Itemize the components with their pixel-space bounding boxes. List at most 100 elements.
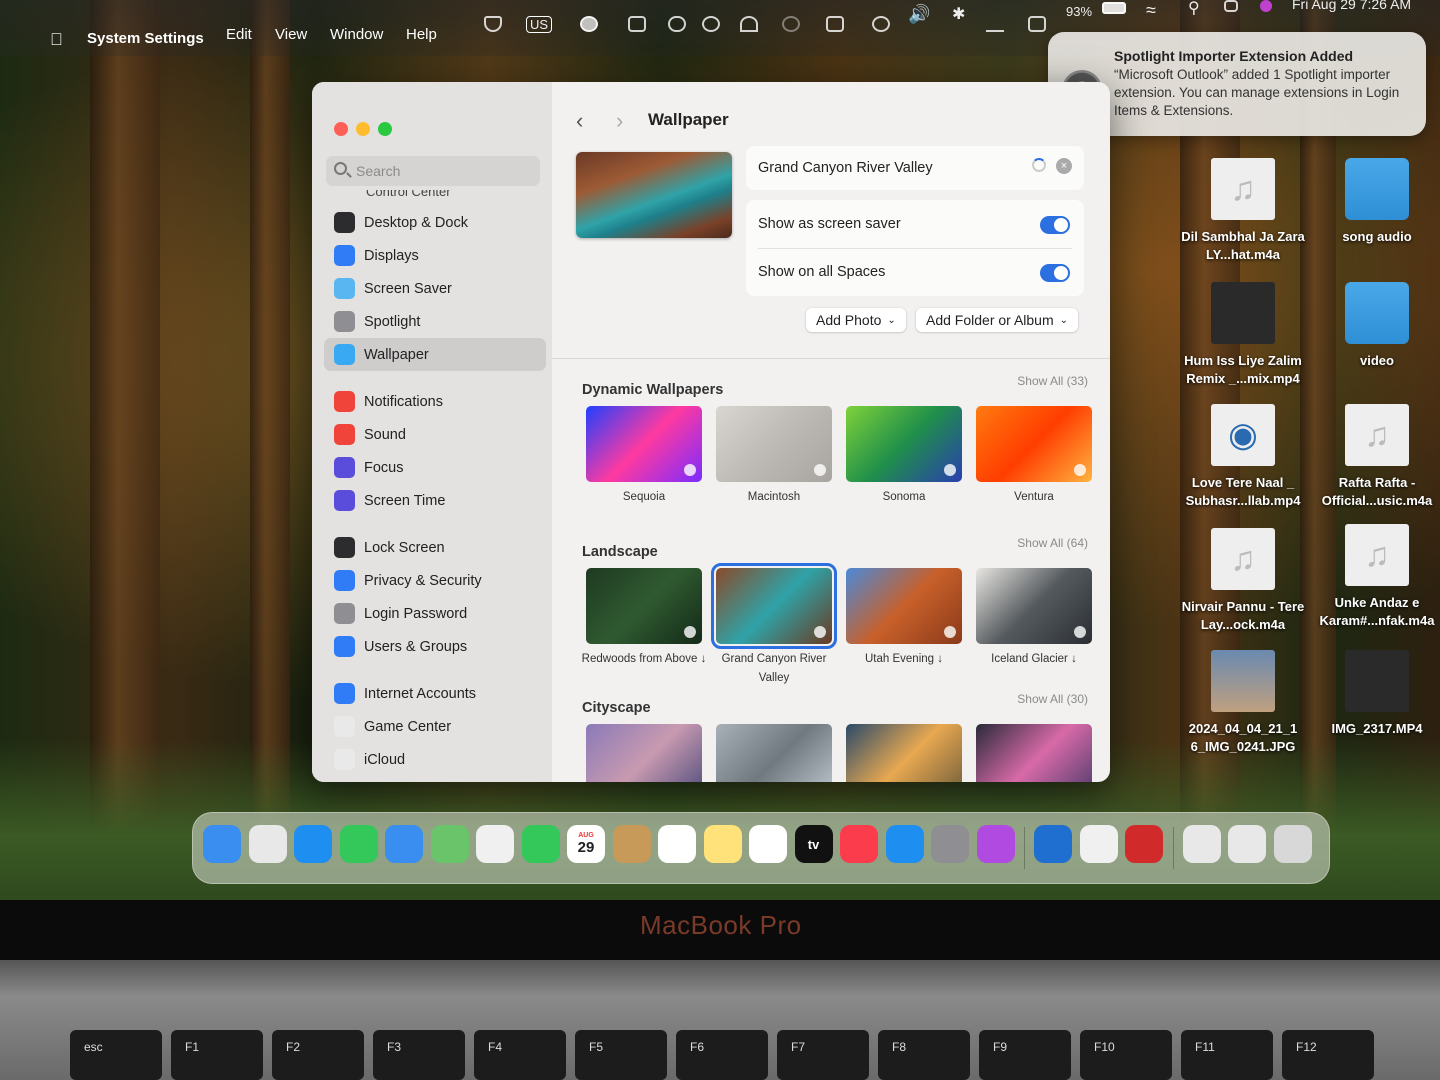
hand-status-icon[interactable] — [668, 16, 686, 32]
finder-icon[interactable] — [203, 825, 241, 863]
music-icon[interactable] — [840, 825, 878, 863]
show-all-button[interactable]: Show All (30) — [1017, 692, 1088, 706]
forward-button[interactable]: › — [616, 108, 623, 134]
contacts-icon[interactable] — [612, 825, 651, 863]
facetime-icon[interactable] — [521, 825, 560, 863]
bluetooth-icon[interactable]: ✱ — [952, 4, 965, 24]
search-input[interactable] — [356, 161, 534, 181]
downloads-stack-icon[interactable] — [1182, 825, 1221, 863]
key-esc[interactable]: esc — [70, 1030, 162, 1080]
now-playing-icon[interactable] — [872, 16, 890, 32]
photos-icon[interactable] — [476, 825, 514, 863]
zoom-window-button[interactable] — [378, 122, 392, 136]
mail-icon[interactable] — [385, 825, 423, 863]
shield-status-icon[interactable] — [484, 16, 502, 32]
sidebar-item-displays[interactable]: Displays — [324, 239, 546, 272]
key-f4[interactable]: F4 — [474, 1030, 566, 1080]
desktop-file[interactable]: ♫ Rafta Rafta - Official...usic.m4a — [1312, 404, 1440, 510]
accessibility-icon[interactable] — [702, 16, 720, 32]
record-status-icon[interactable] — [580, 16, 598, 32]
wallpaper-thumbnail[interactable] — [976, 406, 1092, 482]
desktop-file[interactable]: ◉ Love Tere Naal _ Subhasr...llab.mp4 — [1178, 404, 1308, 510]
wallpaper-thumbnail[interactable] — [716, 406, 832, 482]
notes-icon[interactable] — [703, 825, 742, 863]
app-store-icon[interactable] — [885, 825, 924, 863]
key-f1[interactable]: F1 — [171, 1030, 263, 1080]
sidebar-item-sound[interactable]: Sound — [324, 418, 546, 451]
airdrop-icon[interactable] — [740, 16, 758, 32]
sidebar-search[interactable] — [326, 156, 540, 186]
control-center-icon[interactable] — [1224, 0, 1238, 12]
wifi-icon[interactable]: ≈ — [1146, 0, 1156, 21]
messages-icon[interactable] — [339, 825, 378, 863]
key-f10[interactable]: F10 — [1080, 1030, 1172, 1080]
wallpaper-thumbnail[interactable] — [976, 724, 1092, 782]
screen-saver-toggle[interactable] — [1040, 216, 1070, 234]
sidebar-item-users-groups[interactable]: Users & Groups — [324, 630, 546, 663]
desktop-file[interactable]: IMG_2317.MP4 — [1312, 650, 1440, 738]
sidebar-item-control-center[interactable]: Control Center — [324, 190, 546, 206]
menu-edit[interactable]: Edit — [226, 26, 252, 43]
screenshots-stack-icon[interactable] — [1228, 825, 1266, 863]
minimize-window-button[interactable] — [356, 122, 370, 136]
key-f7[interactable]: F7 — [777, 1030, 869, 1080]
volume-icon[interactable]: 🔊 — [908, 4, 930, 25]
desktop-file[interactable]: ♫ Unke Andaz e Karam#...nfak.m4a — [1312, 524, 1440, 630]
cancel-download-icon[interactable]: × — [1056, 158, 1072, 174]
desktop-file[interactable]: 2024_04_04_21_1 6_IMG_0241.JPG — [1178, 650, 1308, 756]
menu-view[interactable]: View — [275, 26, 307, 43]
sidebar-item-desktop-dock[interactable]: Desktop & Dock — [324, 206, 546, 239]
wallpaper-thumbnail[interactable] — [846, 406, 962, 482]
battery-icon[interactable] — [1102, 2, 1126, 14]
photo-booth-icon[interactable] — [1125, 825, 1163, 863]
key-f3[interactable]: F3 — [373, 1030, 465, 1080]
reminders-icon[interactable] — [658, 825, 696, 863]
menu-help[interactable]: Help — [406, 26, 437, 43]
apple-tv-icon[interactable]: tv — [794, 825, 833, 863]
all-spaces-toggle[interactable] — [1040, 264, 1070, 282]
focus-moon-icon[interactable] — [782, 16, 800, 32]
menu-clock[interactable]: Fri Aug 29 7:26 AM — [1292, 0, 1411, 12]
sidebar-item-notifications[interactable]: Notifications — [324, 385, 546, 418]
freeform-icon[interactable] — [749, 825, 787, 863]
system-settings-icon[interactable] — [931, 825, 969, 863]
key-f6[interactable]: F6 — [676, 1030, 768, 1080]
defender-icon[interactable] — [1034, 825, 1072, 863]
display-menu-icon[interactable] — [1028, 16, 1046, 32]
siri-icon[interactable] — [1260, 0, 1272, 12]
maps-icon[interactable] — [430, 825, 469, 863]
screen-mirroring-icon[interactable] — [826, 16, 844, 32]
spotlight-search-icon[interactable]: ⚲ — [1188, 0, 1200, 18]
key-f2[interactable]: F2 — [272, 1030, 364, 1080]
show-all-button[interactable]: Show All (64) — [1017, 536, 1088, 550]
chrome-icon[interactable] — [1079, 825, 1118, 863]
apple-menu-icon[interactable]:  — [50, 30, 63, 50]
key-f12[interactable]: F12 — [1282, 1030, 1374, 1080]
key-f9[interactable]: F9 — [979, 1030, 1071, 1080]
desktop-file[interactable]: song audio — [1312, 158, 1440, 246]
sidebar-item-screen-saver[interactable]: Screen Saver — [324, 272, 546, 305]
sidebar-item-internet-accounts[interactable]: Internet Accounts — [324, 677, 546, 710]
wallpaper-thumbnail[interactable] — [846, 724, 962, 782]
close-window-button[interactable] — [334, 122, 348, 136]
wallpaper-thumbnail[interactable] — [711, 563, 837, 649]
input-source-menu[interactable]: US — [526, 16, 553, 33]
wallpaper-thumbnail[interactable] — [586, 406, 702, 482]
desktop-file[interactable]: Hum Iss Liye Zalim Remix _...mix.mp4 — [1178, 282, 1308, 388]
back-button[interactable]: ‹ — [576, 108, 583, 134]
sidebar-item-lock-screen[interactable]: Lock Screen — [324, 531, 546, 564]
desktop-file[interactable]: ♫ Nirvair Pannu - Tere Lay...ock.m4a — [1178, 528, 1308, 634]
menu-window[interactable]: Window — [330, 26, 383, 43]
sidebar-item-focus[interactable]: Focus — [324, 451, 546, 484]
stage-manager-icon[interactable] — [628, 16, 646, 32]
brightness-icon[interactable] — [986, 16, 1004, 32]
wallpaper-thumbnail[interactable] — [976, 568, 1092, 644]
add-folder-button[interactable]: Add Folder or Album ⌄ — [916, 308, 1079, 332]
sidebar-item-privacy-security[interactable]: Privacy & Security — [324, 564, 546, 597]
show-all-button[interactable]: Show All (33) — [1017, 374, 1088, 388]
sidebar-item-wallpaper[interactable]: Wallpaper — [324, 338, 546, 371]
key-f8[interactable]: F8 — [878, 1030, 970, 1080]
launchpad-icon[interactable] — [248, 825, 287, 863]
wallpaper-thumbnail[interactable] — [716, 724, 832, 782]
key-f11[interactable]: F11 — [1181, 1030, 1273, 1080]
